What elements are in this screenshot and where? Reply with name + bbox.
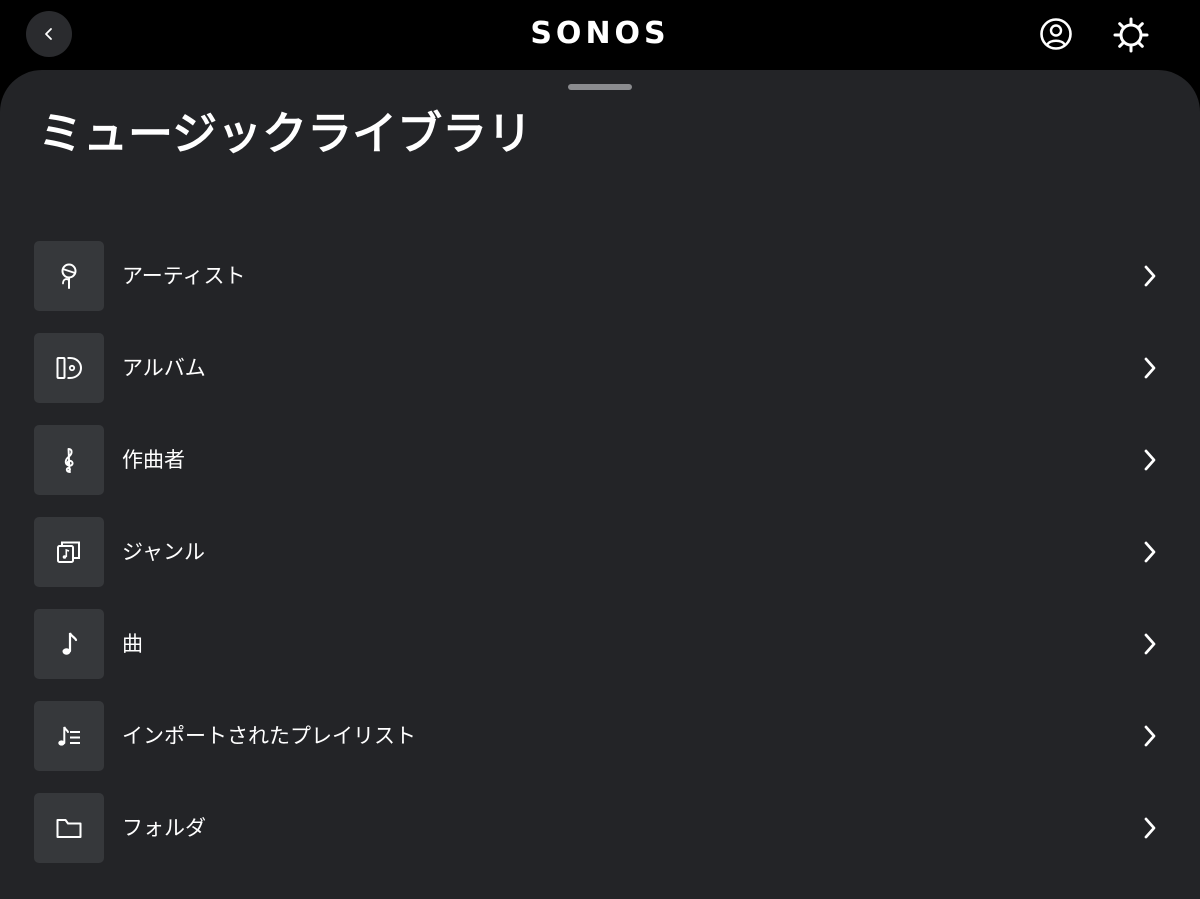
menu-item-folders[interactable]: フォルダ	[0, 792, 1200, 864]
chevron-right-icon	[1136, 722, 1164, 750]
microphone-icon	[61, 263, 77, 289]
menu-item-icon-tile	[34, 793, 104, 863]
chevron-right-icon	[1136, 814, 1164, 842]
chevron-left-icon	[45, 28, 52, 40]
chevron-right-icon	[1136, 354, 1164, 382]
menu-item-artists[interactable]: アーティスト	[0, 240, 1200, 312]
gear-icon	[1113, 17, 1149, 53]
back-button[interactable]	[26, 11, 72, 57]
menu-item-icon-tile	[34, 609, 104, 679]
top-bar: SONOS	[0, 0, 1200, 70]
genre-icon	[57, 541, 80, 563]
menu-item-label: フォルダ	[122, 816, 206, 840]
menu-item-label: 作曲者	[122, 448, 185, 472]
music-library-sheet: ミュージックライブラリ アーティスト アルバム 作曲者 ジャンル 曲 インポート…	[0, 70, 1200, 899]
chevron-right-icon	[1136, 630, 1164, 658]
menu-item-composers[interactable]: 作曲者	[0, 424, 1200, 496]
menu-item-label: インポートされたプレイリスト	[122, 724, 416, 748]
sheet-drag-handle[interactable]	[568, 84, 632, 90]
chevron-right-icon	[1136, 262, 1164, 290]
account-button[interactable]	[1036, 14, 1076, 54]
album-icon	[56, 357, 83, 379]
menu-item-icon-tile	[34, 701, 104, 771]
page-title: ミュージックライブラリ	[38, 107, 533, 160]
menu-item-icon-tile	[34, 333, 104, 403]
menu-item-label: 曲	[122, 632, 143, 656]
settings-button[interactable]	[1110, 14, 1152, 56]
treble-clef-icon	[64, 448, 74, 473]
chevron-right-icon	[1136, 446, 1164, 474]
folder-icon	[56, 819, 82, 838]
menu-item-genres[interactable]: ジャンル	[0, 516, 1200, 588]
menu-item-albums[interactable]: アルバム	[0, 332, 1200, 404]
music-note-icon	[62, 632, 78, 655]
menu-item-icon-tile	[34, 517, 104, 587]
menu-item-label: ジャンル	[122, 540, 205, 564]
menu-item-label: アーティスト	[122, 264, 246, 288]
playlist-icon	[58, 726, 80, 746]
user-circle-icon	[1040, 18, 1072, 50]
menu-item-label: アルバム	[122, 356, 206, 380]
menu-item-icon-tile	[34, 241, 104, 311]
menu-item-imported-playlists[interactable]: インポートされたプレイリスト	[0, 700, 1200, 772]
menu-item-icon-tile	[34, 425, 104, 495]
chevron-right-icon	[1136, 538, 1164, 566]
menu-item-songs[interactable]: 曲	[0, 608, 1200, 680]
sonos-logo: SONOS	[530, 16, 670, 51]
